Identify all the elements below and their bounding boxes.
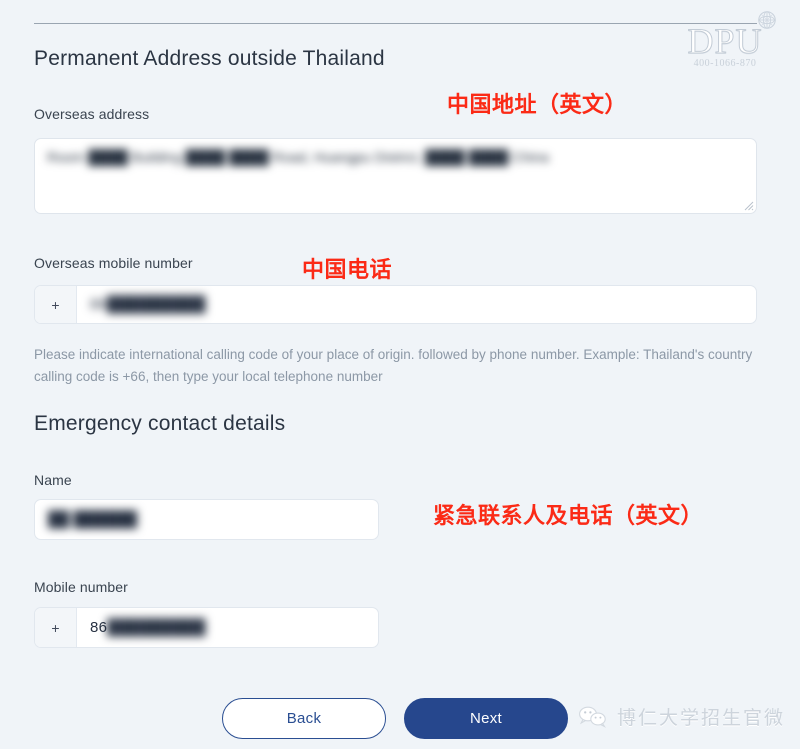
- emergency-mobile-value-redacted: █████████: [107, 619, 206, 636]
- emergency-mobile-input[interactable]: 86 █████████: [77, 608, 378, 647]
- globe-sphere-icon: [758, 11, 776, 29]
- label-overseas-mobile-number: Overseas mobile number: [34, 255, 193, 271]
- overseas-mobile-value: 86█████████: [90, 296, 206, 313]
- overseas-mobile-input[interactable]: 86█████████: [77, 286, 756, 323]
- back-button[interactable]: Back: [222, 698, 386, 739]
- label-emergency-mobile: Mobile number: [34, 579, 128, 595]
- annotation-chinese-emergency: 紧急联系人及电话（英文）: [433, 504, 704, 529]
- wechat-icon: [579, 706, 607, 728]
- annotation-chinese-address: 中国地址（英文）: [447, 93, 628, 118]
- overseas-address-textarea[interactable]: Room ████ Building ████ ████ Road, Huang…: [34, 138, 757, 214]
- overseas-mobile-prefix: +: [35, 286, 77, 323]
- registration-form-page: DPU 400-1066-870 Permanent Address outsi…: [0, 0, 800, 749]
- annotation-chinese-phone: 中国电话: [302, 258, 393, 283]
- wechat-watermark-label: 博仁大学招生官微: [617, 707, 786, 729]
- emergency-mobile-prefix: +: [35, 608, 77, 647]
- top-divider: [34, 23, 757, 24]
- emergency-mobile-field[interactable]: + 86 █████████: [34, 607, 379, 648]
- overseas-mobile-field[interactable]: + 86█████████: [34, 285, 757, 324]
- overseas-mobile-help-text: Please indicate international calling co…: [34, 347, 753, 384]
- section-title-permanent-address: Permanent Address outside Thailand: [34, 47, 385, 70]
- emergency-name-value: ██ ██████: [48, 511, 138, 528]
- emergency-mobile-value-visible: 86: [90, 619, 108, 636]
- next-button[interactable]: Next: [404, 698, 568, 739]
- section-title-emergency-contact: Emergency contact details: [34, 412, 286, 435]
- label-emergency-name: Name: [34, 472, 72, 488]
- wechat-watermark: 博仁大学招生官微: [578, 703, 785, 730]
- emergency-name-field[interactable]: ██ ██████: [34, 499, 379, 540]
- label-overseas-address: Overseas address: [34, 106, 150, 122]
- textarea-resize-handle-icon[interactable]: [742, 199, 754, 211]
- overseas-address-value: Room ████ Building ████ ████ Road, Huang…: [47, 149, 549, 165]
